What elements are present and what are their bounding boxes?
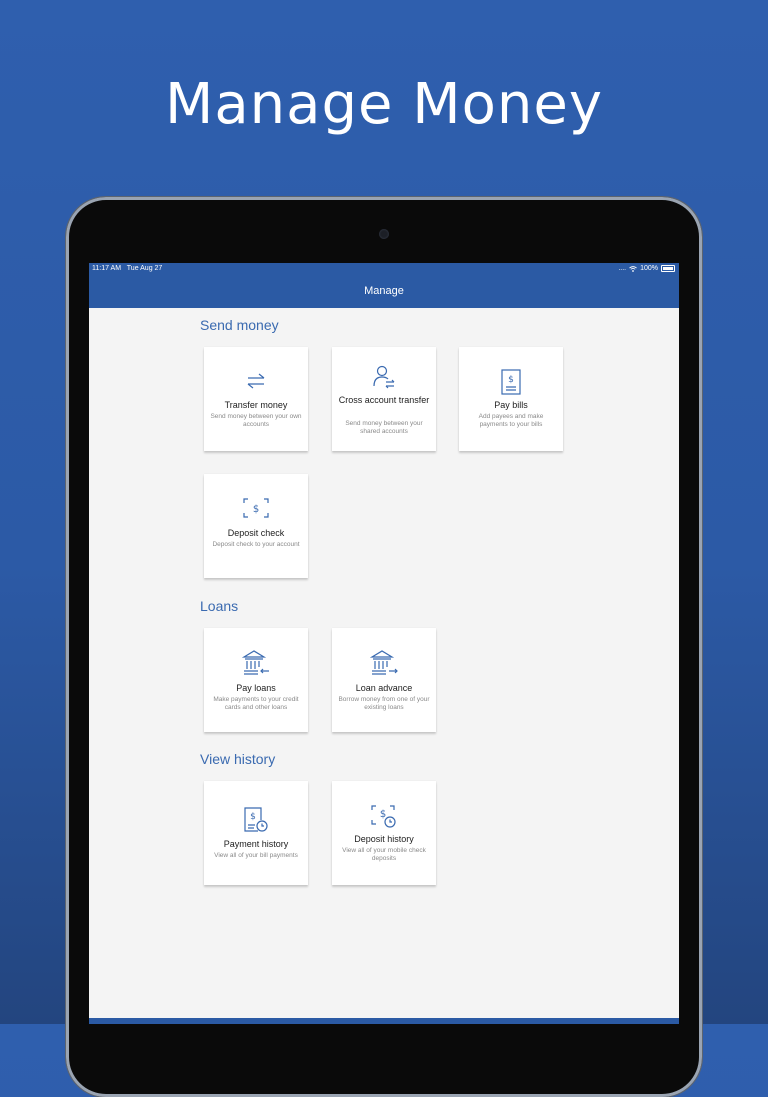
pay-bills-card[interactable]: $ Pay bills Add payees and make payments… xyxy=(459,347,563,451)
card-title: Payment history xyxy=(223,839,289,849)
wifi-icon xyxy=(629,265,637,272)
status-time-value: 11:17 AM xyxy=(92,265,122,272)
pay-loans-card[interactable]: Pay loans Make payments to your credit c… xyxy=(204,628,308,732)
card-description: Send money between your own accounts xyxy=(210,413,302,428)
svg-text:$: $ xyxy=(250,812,256,822)
svg-text:$: $ xyxy=(380,809,386,820)
card-description: View all of your mobile check deposits xyxy=(342,847,426,862)
loan-advance-card[interactable]: Loan advance Borrow money from one of yo… xyxy=(332,628,436,732)
nav-bar: Manage xyxy=(89,275,679,308)
status-time: 11:17 AM Tue Aug 27 xyxy=(92,265,162,272)
card-description: View all of your bill payments xyxy=(214,852,298,859)
status-date-value: Tue Aug 27 xyxy=(126,265,163,272)
promo-title: Manage Money xyxy=(165,72,603,137)
card-description: Send money between your shared accounts xyxy=(345,420,423,435)
payment-history-card[interactable]: $ Payment history View all of your bill … xyxy=(204,781,308,885)
card-title: Loan advance xyxy=(355,683,413,693)
section-title-view-history: View history xyxy=(200,751,276,767)
bill-dollar-icon: $ xyxy=(459,369,563,395)
card-title: Deposit history xyxy=(354,834,414,844)
bank-arrow-right-icon xyxy=(332,650,436,676)
battery-percent: 100% xyxy=(640,265,658,272)
svg-text:$: $ xyxy=(253,504,259,515)
card-title: Pay loans xyxy=(236,683,276,693)
check-scan-icon: $ xyxy=(204,498,308,518)
card-description: Make payments to your credit cards and o… xyxy=(213,696,299,711)
card-title: Transfer money xyxy=(224,400,288,410)
bill-clock-icon: $ xyxy=(204,807,308,833)
card-title: Deposit check xyxy=(227,528,285,538)
card-description: Add payees and make payments to your bil… xyxy=(478,413,544,428)
cross-account-transfer-card[interactable]: Cross account transfer Send money betwee… xyxy=(332,347,436,451)
person-transfer-icon xyxy=(332,364,436,390)
signal-icon: .... xyxy=(618,265,627,272)
card-description: Borrow money from one of your existing l… xyxy=(338,696,430,711)
scan-clock-icon: $ xyxy=(332,805,436,829)
status-bar: 11:17 AM Tue Aug 27 .... 100% xyxy=(89,263,679,275)
section-title-loans: Loans xyxy=(200,598,239,614)
deposit-history-card[interactable]: $ Deposit history View all of your mobil… xyxy=(332,781,436,885)
nav-title: Manage xyxy=(364,285,404,297)
transfer-arrows-icon xyxy=(204,371,308,391)
status-right: .... 100% xyxy=(618,265,675,272)
card-title: Cross account transfer xyxy=(338,395,430,405)
card-description: Deposit check to your account xyxy=(212,541,300,548)
svg-text:$: $ xyxy=(508,375,514,385)
section-title-send-money: Send money xyxy=(200,317,279,333)
battery-icon xyxy=(661,265,675,272)
transfer-money-card[interactable]: Transfer money Send money between your o… xyxy=(204,347,308,451)
bottom-bar xyxy=(89,1018,679,1024)
deposit-check-card[interactable]: $ Deposit check Deposit check to your ac… xyxy=(204,474,308,578)
app-screen: 11:17 AM Tue Aug 27 .... 100% Manage Sen… xyxy=(89,263,679,1024)
camera-icon xyxy=(379,229,389,239)
bank-arrow-left-icon xyxy=(204,650,308,676)
card-title: Pay bills xyxy=(494,400,528,410)
